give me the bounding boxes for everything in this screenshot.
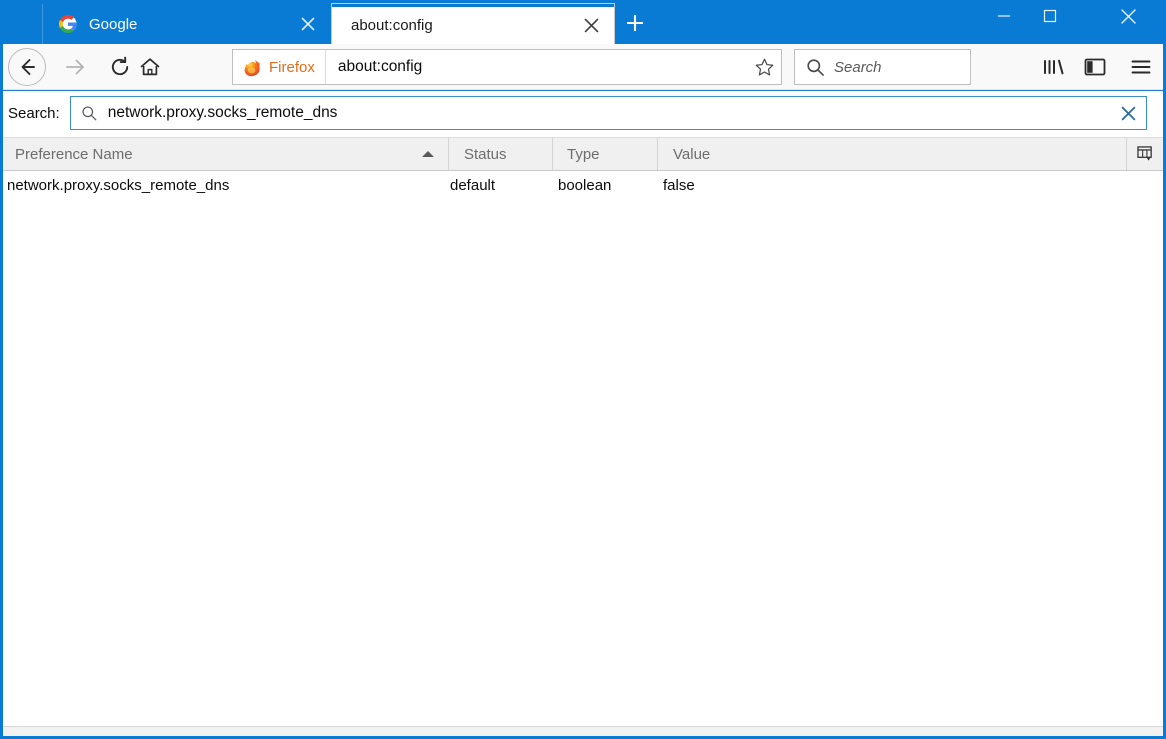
close-icon [1120,8,1136,24]
window-minimize-button[interactable] [981,0,1027,32]
pref-search-box[interactable] [69,96,1147,130]
tab-google[interactable]: Google [42,4,332,44]
cell-status: default [450,176,496,194]
close-icon [1121,106,1135,120]
search-icon [82,105,97,120]
window-close-button[interactable] [1105,0,1151,32]
identity-label: Firefox [269,58,315,76]
tab-close-icon[interactable] [576,11,606,41]
hamburger-menu-icon [1131,60,1151,74]
forward-arrow-icon [66,59,84,75]
url-input[interactable] [325,50,747,84]
column-label: Preference Name [15,145,133,163]
sidebar-icon [1084,58,1106,76]
tab-title: about:config [351,17,433,34]
cell-name: network.proxy.socks_remote_dns [7,176,230,194]
preferences-table: Preference Name Status Type Value networ… [3,137,1163,727]
menu-button[interactable] [1122,48,1160,86]
address-bar[interactable]: Firefox [232,49,782,85]
sort-ascending-icon [422,151,434,157]
home-button[interactable] [131,48,169,86]
search-label: Search: [8,104,60,122]
minimize-icon [998,15,1010,17]
cell-type: boolean [558,176,612,194]
maximize-icon [1043,9,1057,23]
toolbar-search-box[interactable] [794,49,1035,85]
column-header-type[interactable]: Type [552,138,657,170]
column-label: Value [673,145,711,163]
tab-close-icon[interactable] [293,9,323,39]
column-label: Status [464,145,507,163]
firefox-logo-icon [244,59,261,76]
clear-search-button[interactable] [1110,97,1146,129]
library-button[interactable] [1035,48,1073,86]
column-picker-icon [1136,146,1152,161]
pref-search-row: Search: [3,91,1163,135]
navigation-toolbar: Firefox [3,44,1163,90]
table-header-row: Preference Name Status Type Value [3,137,1163,171]
bookmark-star-icon[interactable] [747,50,781,84]
back-arrow-icon [21,59,35,75]
identity-box[interactable]: Firefox [233,50,326,84]
table-body: network.proxy.socks_remote_dns default boo… [3,171,1163,199]
close-icon [584,18,598,33]
plus-icon [627,15,643,31]
back-button[interactable] [8,48,46,86]
sidebar-button[interactable] [1076,48,1114,86]
column-header-status[interactable]: Status [448,138,552,170]
column-header-value[interactable]: Value [657,138,1163,170]
browser-window: Google about:config Firefox about:config… [0,0,1166,739]
star-icon [755,58,773,76]
pref-search-input[interactable] [97,96,1110,130]
tab-strip: Google about:config [0,0,1166,44]
tab-aboutconfig[interactable]: about:config [332,4,614,44]
window-maximize-button[interactable] [1027,0,1073,32]
status-bar [3,726,1163,736]
cell-value: false [663,176,695,194]
close-icon [301,17,315,31]
search-input[interactable] [825,49,1035,85]
column-header-preference-name[interactable]: Preference Name [3,138,448,170]
column-label: Type [567,145,600,163]
home-icon [140,58,160,76]
google-favicon [59,15,77,33]
forward-button[interactable] [55,48,93,86]
library-icon [1044,59,1064,75]
reload-icon [111,56,129,76]
column-picker-button[interactable] [1126,138,1163,170]
tab-title: Google [89,15,138,33]
table-row[interactable]: network.proxy.socks_remote_dns default boo… [3,171,1163,199]
aboutconfig-page: Search: Preference Name [3,90,1163,733]
new-tab-button[interactable] [618,6,652,40]
search-icon [807,58,824,76]
